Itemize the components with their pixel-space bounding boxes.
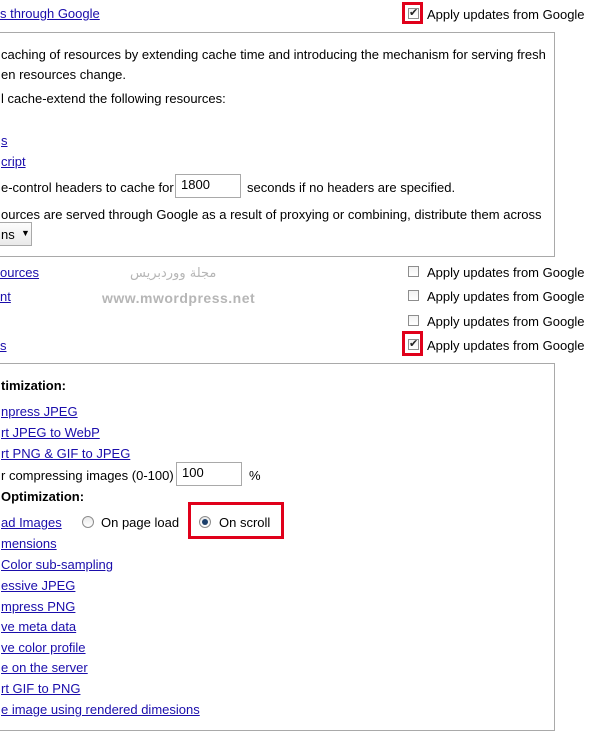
resource-update-checkbox-2[interactable] — [408, 290, 419, 301]
image-option-link-5[interactable]: Color sub-sampling — [1, 557, 113, 572]
lazy-load-link[interactable]: ad Images — [1, 515, 62, 530]
image-optimization-panel: timization: npress JPEG rt JPEG to WebP … — [0, 363, 555, 731]
image-option-link-3[interactable]: rt PNG & GIF to JPEG — [1, 446, 130, 461]
image-option-link-6[interactable]: essive JPEG — [1, 578, 75, 593]
image-option-link-2[interactable]: rt JPEG to WebP — [1, 425, 100, 440]
highlight-frame-on-scroll — [188, 502, 284, 539]
top-update-label: Apply updates from Google — [427, 7, 585, 22]
cache-seconds-suffix: seconds if no headers are specified. — [247, 180, 456, 195]
resource-link-2[interactable]: nt — [0, 289, 11, 304]
cache-extend-label: l cache-extend the following resources: — [1, 91, 226, 106]
image-option-link-7[interactable]: mpress PNG — [1, 599, 75, 614]
highlight-frame-bottom — [402, 331, 423, 356]
cache-resource-link-css[interactable]: s — [1, 133, 8, 148]
watermark-url: www.mwordpress.net — [102, 290, 256, 306]
cache-description-line1: caching of resources by extending cache … — [1, 47, 546, 62]
cache-seconds-input[interactable]: 1800 — [175, 174, 241, 198]
image-optimization-heading: timization: — [1, 378, 66, 393]
radio-page-load[interactable] — [82, 516, 94, 528]
image-option-link-9[interactable]: ve color profile — [1, 640, 86, 655]
image-option-link-4[interactable]: mensions — [1, 536, 57, 551]
domains-select-value: ns — [1, 227, 15, 242]
radio-page-load-label: On page load — [101, 515, 180, 530]
image-option-link-10[interactable]: e on the server — [1, 660, 88, 675]
resource-update-label-4: Apply updates from Google — [427, 338, 585, 353]
resource-update-checkbox-1[interactable] — [408, 266, 419, 277]
cache-description-line2: en resources change. — [1, 67, 127, 82]
resource-link-1[interactable]: ources — [0, 265, 39, 280]
cache-control-label: e-control headers to cache for — [1, 180, 174, 195]
image-option-link-1[interactable]: npress JPEG — [1, 404, 78, 419]
resource-update-label-3: Apply updates from Google — [427, 314, 585, 329]
chevron-down-icon: ▼ — [21, 228, 30, 238]
resource-update-checkbox-3[interactable] — [408, 315, 419, 326]
watermark-arabic: مجلة ووردبريس — [130, 266, 217, 281]
resource-link-4[interactable]: s — [0, 338, 7, 353]
resource-update-label-1: Apply updates from Google — [427, 265, 585, 280]
cache-settings-panel: caching of resources by extending cache … — [0, 32, 555, 257]
optimization-heading: Optimization: — [1, 489, 85, 504]
cache-resource-link-javascript[interactable]: cript — [1, 154, 26, 169]
image-option-link-12[interactable]: e image using rendered dimesions — [1, 702, 200, 717]
image-option-link-8[interactable]: ve meta data — [1, 619, 76, 634]
quality-input[interactable]: 100 — [176, 462, 242, 486]
image-option-link-11[interactable]: rt GIF to PNG — [1, 681, 80, 696]
quality-unit: % — [249, 468, 261, 483]
highlight-frame-top — [402, 2, 423, 24]
distribute-domains-label: ources are served through Google as a re… — [1, 207, 542, 222]
quality-label: r compressing images (0-100) — [1, 468, 174, 483]
domains-select[interactable]: ns ▼ — [0, 222, 32, 246]
top-link[interactable]: s through Google — [0, 6, 100, 21]
resource-update-label-2: Apply updates from Google — [427, 289, 585, 304]
